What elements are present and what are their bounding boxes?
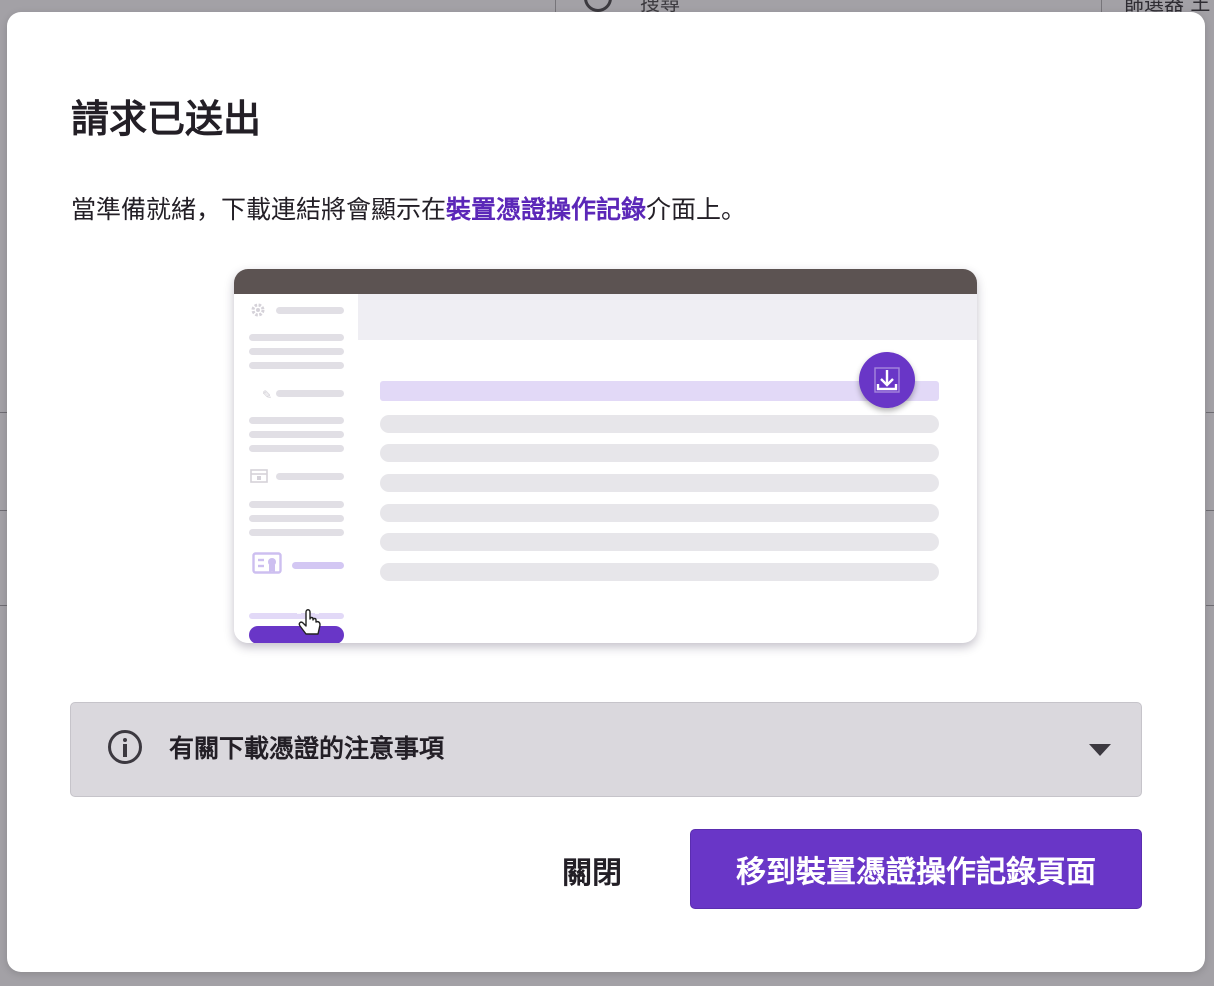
sidebar-line-active [292,562,344,569]
background-divider [1206,412,1214,413]
info-icon [108,730,142,764]
background-divider [1206,510,1214,511]
close-button[interactable]: 關閉 [537,834,647,906]
illustration-window-bar [234,269,977,294]
illustration-row-highlighted [380,381,939,401]
sidebar-line [276,473,344,480]
accordion-label: 有關下載憑證的注意事項 [169,734,445,763]
sidebar-line [276,390,344,397]
gear-icon [251,303,265,317]
illustration-row [380,504,939,522]
illustration-row [380,533,939,551]
search-icon [584,0,612,12]
sidebar-line [276,307,344,314]
chevron-down-icon[interactable] [1089,744,1111,756]
request-sent-dialog: 請求已送出 當準備就緒，下載連結將會顯示在裝置憑證操作記錄介面上。 ✎ 有關下載… [7,12,1205,972]
illustration-row [380,563,939,581]
dialog-title: 請求已送出 [71,97,262,141]
pencil-icon: ✎ [262,388,273,402]
device-cert-log-link[interactable]: 裝置憑證操作記錄 [446,195,646,224]
sidebar-line [249,529,344,536]
sidebar-line [249,501,344,508]
download-notes-accordion[interactable]: 有關下載憑證的注意事項 [70,702,1142,797]
sidebar-line [249,334,344,341]
illustration-row [380,444,939,462]
illustration-row [380,474,939,492]
download-illustration: ✎ [234,269,977,643]
calendar-icon [250,469,268,483]
sidebar-line [249,417,344,424]
sidebar-line [249,515,344,522]
certificate-icon [252,552,282,574]
background-search-placeholder: 搜尋 [640,0,680,15]
illustration-row [380,415,939,433]
sidebar-line [249,431,344,438]
background-divider [1206,605,1214,606]
sidebar-line [249,348,344,355]
go-to-log-page-button[interactable]: 移到裝置憑證操作記錄頁面 [690,829,1142,909]
sidebar-line [249,362,344,369]
dialog-description: 當準備就緒，下載連結將會顯示在裝置憑證操作記錄介面上。 [71,192,746,228]
sidebar-line [249,445,344,452]
description-text-end: 介面上。 [646,195,747,224]
download-icon [859,352,915,408]
illustration-header [358,294,977,340]
description-text: 當準備就緒，下載連結將會顯示在 [71,195,447,224]
hand-cursor-icon [297,602,321,635]
background-search-bar: 搜尋 [555,0,1102,15]
background-filter-label: 篩選器 王 [1124,0,1211,15]
illustration-sidebar: ✎ [234,294,358,643]
